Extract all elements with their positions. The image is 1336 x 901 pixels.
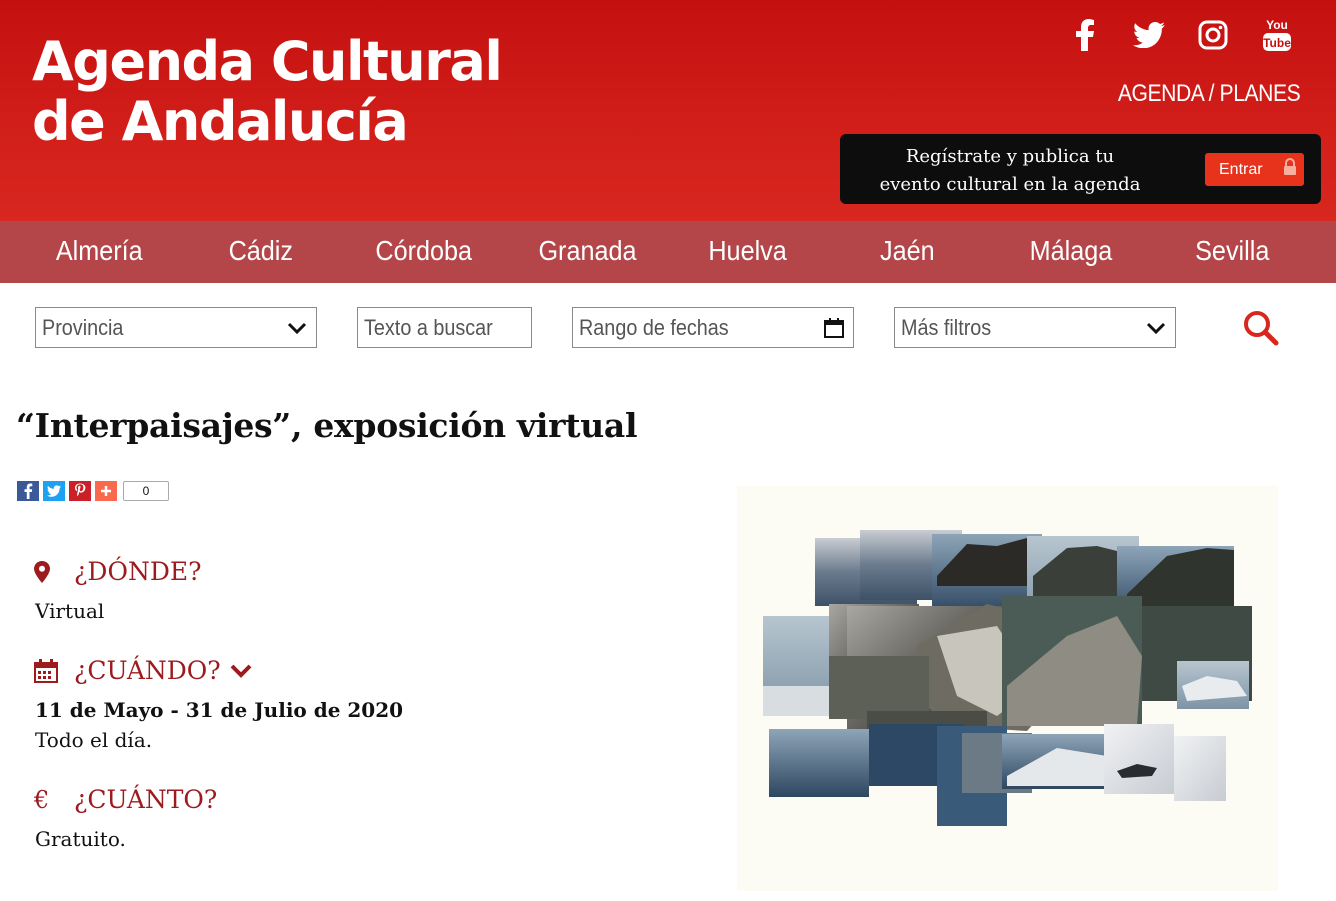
province-select-value: Provincia xyxy=(42,314,124,340)
text-search-input[interactable]: Texto a buscar xyxy=(357,307,532,348)
euro-icon: € xyxy=(34,785,50,814)
social-links: You Tube xyxy=(1066,16,1296,54)
where-value: Virtual xyxy=(35,599,105,623)
chevron-down-icon xyxy=(286,317,308,339)
province-select[interactable]: Provincia xyxy=(35,307,317,348)
map-pin-icon xyxy=(34,560,62,583)
instagram-icon[interactable] xyxy=(1194,16,1232,54)
where-label: ¿DÓNDE? xyxy=(74,557,202,586)
when-dates: 11 de Mayo - 31 de Julio de 2020 xyxy=(35,698,404,722)
price-label: ¿CUÁNTO? xyxy=(74,785,218,814)
nav-item-jaen[interactable]: Jaén xyxy=(880,235,935,267)
nav-item-cordoba[interactable]: Córdoba xyxy=(375,235,472,267)
twitter-icon[interactable] xyxy=(1130,16,1168,54)
more-filters-value: Más filtros xyxy=(901,314,992,340)
nav-item-cadiz[interactable]: Cádiz xyxy=(229,235,293,267)
when-label: ¿CUÁNDO? xyxy=(74,656,221,685)
logo-line-1: Agenda Cultural xyxy=(32,30,503,93)
price-heading: € ¿CUÁNTO? xyxy=(34,785,217,814)
price-value: Gratuito. xyxy=(35,827,126,851)
youtube-bottom-text: Tube xyxy=(1263,36,1291,50)
event-title: “Interpaisajes”, exposición virtual xyxy=(16,406,638,445)
search-button[interactable] xyxy=(1242,309,1280,347)
register-text: Regístrate y publica tu evento cultural … xyxy=(840,143,1180,199)
nav-item-sevilla[interactable]: Sevilla xyxy=(1195,235,1269,267)
share-bar: 0 xyxy=(17,481,169,501)
facebook-icon[interactable] xyxy=(1066,16,1104,54)
logo-line-2: de Andalucía xyxy=(32,90,409,153)
share-more-icon[interactable] xyxy=(95,481,117,501)
enter-button[interactable]: Entrar xyxy=(1205,153,1304,186)
more-filters-select[interactable]: Más filtros xyxy=(894,307,1176,348)
share-pinterest-icon[interactable] xyxy=(69,481,91,501)
youtube-top-text: You xyxy=(1266,18,1288,32)
when-heading[interactable]: ¿CUÁNDO? xyxy=(34,656,253,685)
nav-item-malaga[interactable]: Málaga xyxy=(1030,235,1113,267)
share-facebook-icon[interactable] xyxy=(17,481,39,501)
calendar-icon[interactable] xyxy=(823,317,845,339)
calendar-icon xyxy=(34,658,62,683)
province-nav: Almería Cádiz Córdoba Granada Huelva Jaé… xyxy=(0,221,1336,283)
youtube-icon[interactable]: You Tube xyxy=(1258,16,1296,54)
chevron-down-icon xyxy=(1145,317,1167,339)
where-heading: ¿DÓNDE? xyxy=(34,557,202,586)
event-image xyxy=(737,486,1278,891)
agenda-planes-link[interactable]: AGENDA / PLANES xyxy=(1118,80,1301,108)
nav-item-huelva[interactable]: Huelva xyxy=(708,235,786,267)
when-time: Todo el día. xyxy=(35,728,153,752)
chevron-down-icon[interactable] xyxy=(229,662,253,680)
register-line-2: evento cultural en la agenda xyxy=(879,174,1141,195)
site-logo[interactable]: Agenda Cultural de Andalucía xyxy=(32,30,503,153)
date-range-placeholder: Rango de fechas xyxy=(579,314,729,340)
site-header: Agenda Cultural de Andalucía You Tube AG… xyxy=(0,0,1336,221)
register-line-1: Regístrate y publica tu xyxy=(905,146,1115,167)
search-icon xyxy=(1244,311,1279,346)
enter-label: Entrar xyxy=(1219,160,1263,178)
nav-item-granada[interactable]: Granada xyxy=(538,235,636,267)
lock-icon xyxy=(1283,158,1297,181)
date-range-input[interactable]: Rango de fechas xyxy=(572,307,854,348)
share-twitter-icon[interactable] xyxy=(43,481,65,501)
nav-item-almeria[interactable]: Almería xyxy=(56,235,143,267)
text-search-placeholder: Texto a buscar xyxy=(364,314,493,340)
register-banner: Regístrate y publica tu evento cultural … xyxy=(840,134,1321,204)
share-count: 0 xyxy=(123,481,169,501)
